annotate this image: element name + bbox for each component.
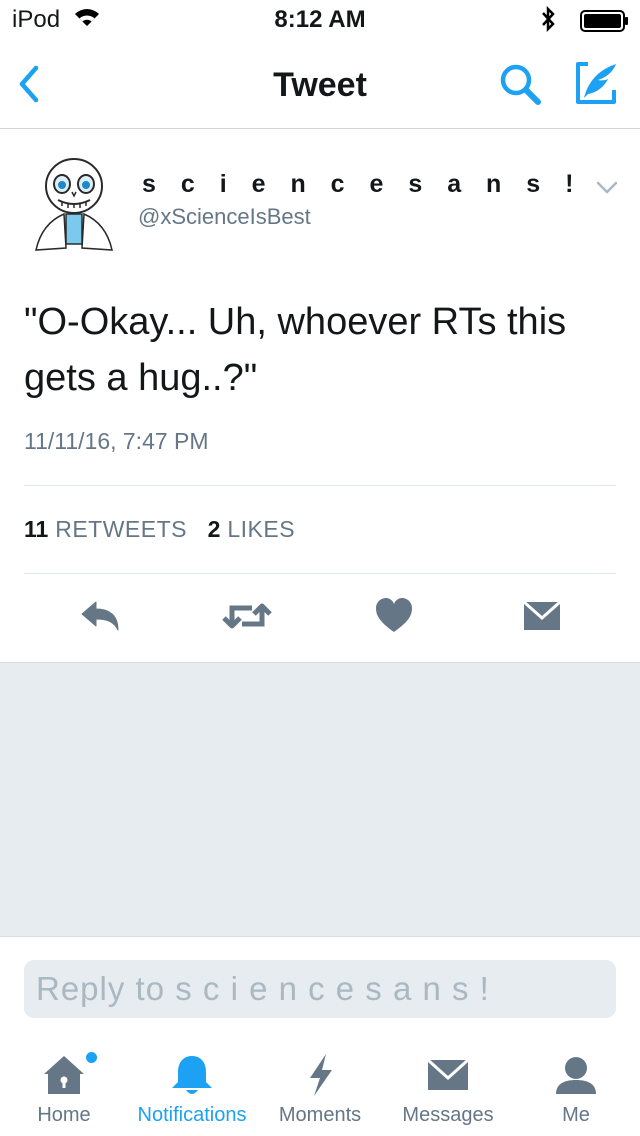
tweet-options-button[interactable] xyxy=(596,180,618,201)
compose-tweet-button[interactable] xyxy=(574,60,620,111)
tab-messages[interactable]: Messages xyxy=(384,1052,512,1136)
bell-icon xyxy=(128,1052,256,1098)
retweets-label: RETWEETS xyxy=(55,516,187,542)
tab-label: Notifications xyxy=(137,1104,247,1126)
retweet-button[interactable] xyxy=(222,596,272,636)
tab-notifications[interactable]: Notifications xyxy=(128,1052,256,1136)
like-button[interactable] xyxy=(374,596,418,636)
avatar[interactable] xyxy=(28,152,120,252)
navigation-bar: Tweet xyxy=(0,40,640,129)
status-bar: iPod 8:12 AM xyxy=(0,0,640,40)
tweet-timestamp: 11/11/16, 7:47 PM xyxy=(24,428,209,454)
direct-message-button[interactable] xyxy=(520,596,564,636)
tab-label: Messages xyxy=(402,1104,494,1126)
reply-arrow-icon xyxy=(81,601,119,631)
home-icon xyxy=(0,1052,128,1098)
tab-home[interactable]: Home xyxy=(0,1052,128,1136)
likes-label: LIKES xyxy=(227,516,296,542)
envelope-icon xyxy=(523,600,561,630)
retweets-count: 11 xyxy=(24,516,49,542)
search-icon xyxy=(500,64,541,105)
battery-icon xyxy=(580,10,630,37)
skeleton-avatar-image xyxy=(35,158,113,251)
tab-label: Moments xyxy=(278,1104,362,1126)
retweet-icon xyxy=(222,603,272,629)
tweet-text: "O-Okay... Uh, whoever RTs this gets a h… xyxy=(24,301,567,399)
page-title: Tweet xyxy=(273,66,367,104)
tab-me[interactable]: Me xyxy=(512,1052,640,1136)
empty-replies-area xyxy=(0,662,640,937)
likes-count: 2 xyxy=(207,516,221,542)
divider xyxy=(24,485,616,486)
likes-stat[interactable]: 2 LIKES xyxy=(208,516,295,542)
search-button[interactable] xyxy=(498,62,544,113)
reply-placeholder: Reply to s c i e n c e s a n s ! xyxy=(36,970,490,1007)
person-icon xyxy=(512,1052,640,1098)
tab-moments[interactable]: Moments xyxy=(256,1052,384,1136)
reply-button[interactable] xyxy=(78,596,122,636)
reply-input[interactable]: Reply to s c i e n c e s a n s ! xyxy=(24,960,616,1018)
heart-icon xyxy=(376,598,412,632)
display-name[interactable]: s c i e n c e s a n s ! xyxy=(142,170,582,199)
lightning-icon xyxy=(256,1052,384,1098)
engagement-stats: 11 RETWEETS 2 LIKES xyxy=(24,516,295,543)
tab-label: Me xyxy=(562,1104,590,1126)
retweets-stat[interactable]: 11 RETWEETS xyxy=(24,516,187,542)
bluetooth-icon xyxy=(540,5,556,39)
tab-label: Home xyxy=(37,1104,91,1126)
divider xyxy=(24,573,616,574)
chevron-down-icon xyxy=(596,181,618,194)
envelope-icon xyxy=(384,1052,512,1098)
compose-feather-icon xyxy=(576,62,616,104)
user-handle[interactable]: @xScienceIsBest xyxy=(138,204,311,230)
